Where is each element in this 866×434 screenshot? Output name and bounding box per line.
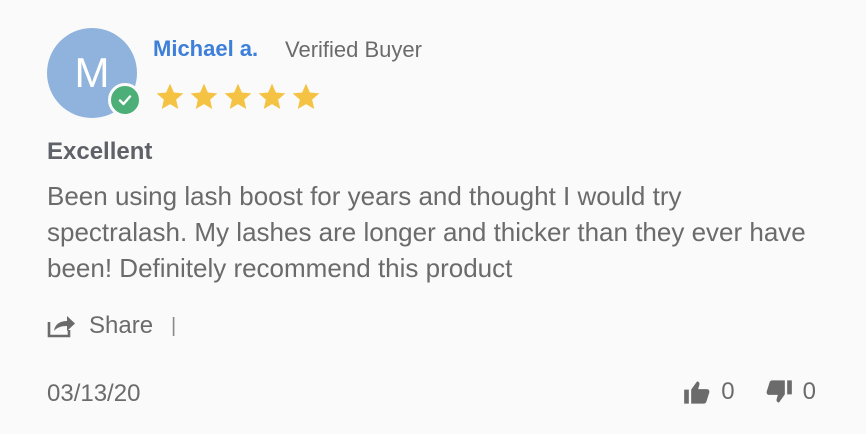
star-rating bbox=[154, 81, 322, 113]
star-icon bbox=[190, 83, 218, 109]
review-body: Been using lash boost for years and thou… bbox=[47, 181, 806, 283]
star-icon bbox=[292, 83, 320, 109]
divider: | bbox=[171, 314, 177, 337]
avatar-initial: M bbox=[74, 49, 110, 96]
thumbs-down-icon bbox=[766, 380, 792, 403]
reviewer-name[interactable]: Michael a. bbox=[153, 36, 258, 62]
upvote-button[interactable]: 0 bbox=[683, 378, 735, 406]
review-card: M Michael a. Verified Buyer Excellent Be… bbox=[0, 0, 866, 434]
share-icon bbox=[47, 316, 75, 338]
downvote-button[interactable]: 0 bbox=[765, 378, 816, 406]
star-icon bbox=[224, 83, 252, 109]
star-icon bbox=[156, 83, 184, 109]
star-icon bbox=[258, 83, 286, 109]
share-button[interactable]: Share | bbox=[47, 312, 176, 340]
verified-check-icon bbox=[108, 83, 142, 117]
verified-buyer-label: Verified Buyer bbox=[285, 37, 422, 62]
review-title: Excellent bbox=[47, 138, 153, 165]
share-label: Share bbox=[89, 312, 154, 339]
downvote-count: 0 bbox=[802, 378, 816, 405]
vote-controls: 0 0 bbox=[683, 378, 816, 406]
thumbs-up-icon bbox=[684, 381, 710, 404]
upvote-count: 0 bbox=[721, 378, 735, 405]
review-date: 03/13/20 bbox=[47, 380, 141, 407]
